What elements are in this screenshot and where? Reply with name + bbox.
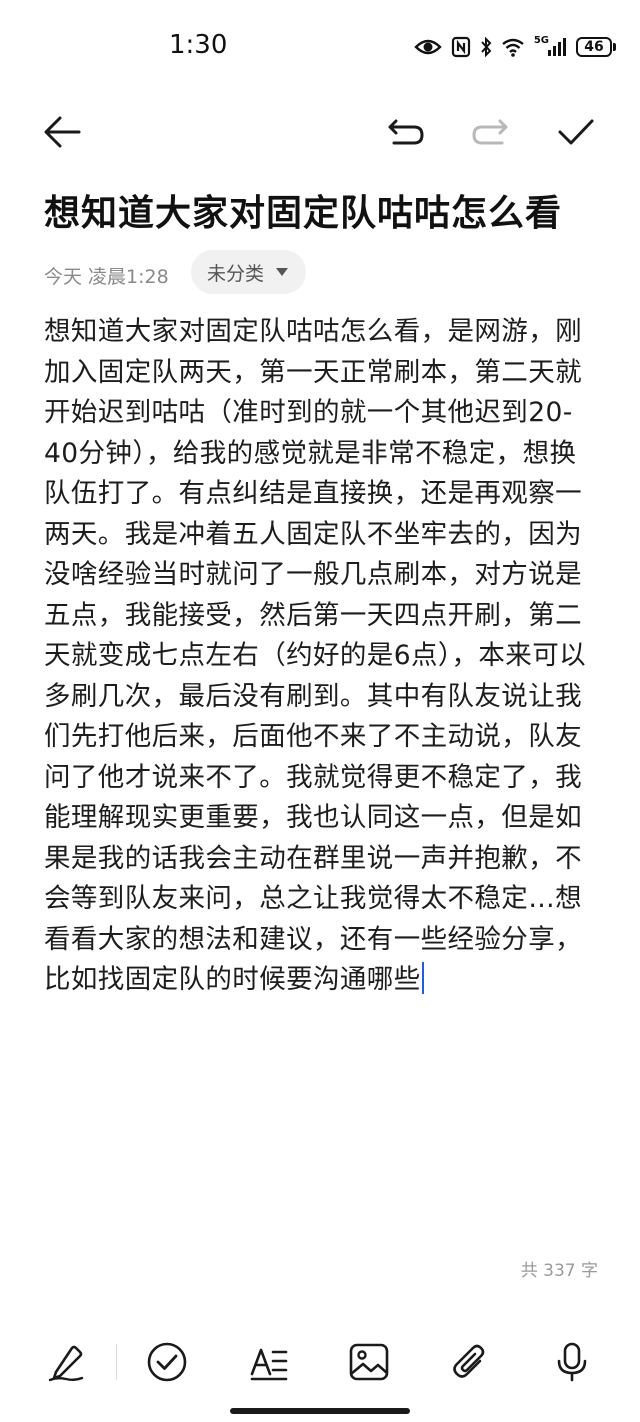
attachment-icon xyxy=(453,1344,485,1378)
arrow-left-icon xyxy=(44,116,81,148)
microphone-icon xyxy=(557,1342,587,1382)
battery-level: 46 xyxy=(576,37,612,57)
toolbar-divider xyxy=(116,1344,117,1380)
category-dropdown[interactable]: 未分类 xyxy=(191,250,307,294)
note-body-text: 想知道大家对固定队咕咕怎么看，是网游，刚加入固定队两天，第一天正常刷本，第二天就… xyxy=(44,316,587,995)
note-body-editor[interactable]: 想知道大家对固定队咕咕怎么看，是网游，刚加入固定队两天，第一天正常刷本，第二天就… xyxy=(44,312,592,1001)
note-title[interactable]: 想知道大家对固定队咕咕怎么看 xyxy=(44,184,604,236)
text-format-button[interactable] xyxy=(245,1338,293,1386)
status-bar: 1:30 5G 46 xyxy=(0,0,640,96)
bottom-toolbar xyxy=(0,1330,640,1400)
battery-icon: 46 xyxy=(576,37,616,57)
checklist-button[interactable] xyxy=(143,1338,191,1386)
insert-image-button[interactable] xyxy=(345,1338,393,1386)
bluetooth-icon xyxy=(480,36,492,58)
signal-icon: 5G xyxy=(533,34,567,57)
checklist-icon xyxy=(147,1342,187,1382)
status-time: 1:30 xyxy=(169,30,228,60)
text-cursor xyxy=(421,962,424,994)
pen-icon xyxy=(48,1345,84,1382)
back-button[interactable] xyxy=(40,110,84,154)
check-icon xyxy=(558,119,594,145)
redo-icon xyxy=(472,119,508,145)
word-count: 共 337 字 xyxy=(520,1261,598,1281)
eye-icon xyxy=(414,37,442,57)
nfc-icon xyxy=(451,36,471,58)
chevron-down-icon xyxy=(276,268,289,276)
category-label: 未分类 xyxy=(207,262,265,285)
image-icon xyxy=(349,1343,389,1381)
voice-input-button[interactable] xyxy=(548,1338,596,1386)
editor-toolbar xyxy=(0,100,640,160)
note-timestamp: 今天 凌晨1:28 xyxy=(44,266,169,288)
status-icons: 5G 46 xyxy=(414,34,616,60)
done-button[interactable] xyxy=(554,110,598,154)
redo-button[interactable] xyxy=(468,110,512,154)
home-indicator[interactable] xyxy=(230,1408,410,1414)
attachment-button[interactable] xyxy=(446,1338,494,1386)
undo-button[interactable] xyxy=(384,110,428,154)
network-type: 5G xyxy=(533,34,549,46)
wifi-icon xyxy=(501,37,525,57)
undo-icon xyxy=(388,119,424,145)
text-format-icon xyxy=(250,1348,288,1381)
handwriting-button[interactable] xyxy=(42,1338,90,1386)
